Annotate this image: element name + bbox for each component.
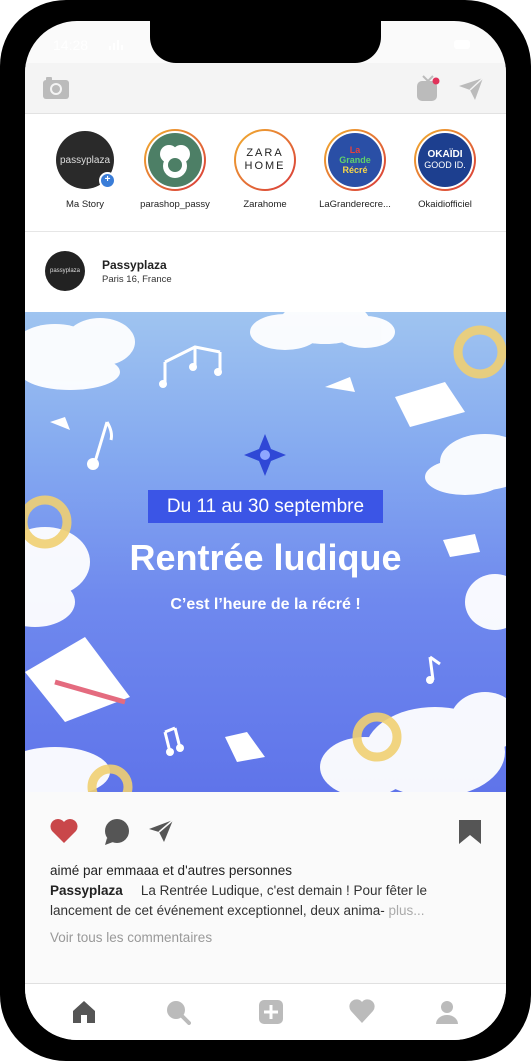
camera-icon[interactable]: [42, 76, 70, 100]
comment-icon[interactable]: [103, 818, 131, 846]
image-headline: Rentrée ludique: [129, 537, 402, 578]
story-label: Zarahome: [243, 199, 287, 210]
like-heart-icon[interactable]: [49, 818, 79, 844]
story-label: Okaidiofficiel: [418, 199, 472, 210]
story-zarahome[interactable]: ZARA HOME Zarahome: [220, 129, 310, 210]
post-username[interactable]: Passyplaza: [102, 258, 167, 272]
story-avatar-image: ZARA HOME: [238, 133, 292, 187]
signal-icon: [109, 40, 123, 50]
status-time: 14:28: [53, 37, 89, 53]
battery-icon: [454, 40, 470, 49]
phone-frame: 14:28 passyplaza + Ma Story parashop_pas…: [0, 0, 531, 1061]
liked-by-text[interactable]: aimé par emmaaa et d'autres personnes: [50, 863, 292, 878]
story-label: parashop_passy: [140, 199, 210, 210]
okaidi-text: OKAÏDI: [427, 149, 463, 160]
post-image[interactable]: Du 11 au 30 septembre Rentrée ludique C’…: [25, 312, 506, 792]
phone-screen: 14:28 passyplaza + Ma Story parashop_pas…: [25, 21, 506, 1040]
story-avatar-image: OKAÏDI GOOD ID.: [418, 133, 472, 187]
activity-heart-icon[interactable]: [349, 999, 375, 1025]
good-id-text: GOOD ID.: [424, 160, 466, 170]
grande-text: Grande: [339, 155, 371, 165]
post-avatar[interactable]: passyplaza: [45, 251, 85, 291]
post-location[interactable]: Paris 16, France: [102, 274, 172, 285]
share-icon[interactable]: [147, 818, 175, 844]
app-top-bar: [25, 63, 506, 114]
story-parashop-passy[interactable]: parashop_passy: [130, 129, 220, 210]
story-lagranderecre[interactable]: La Grande Récré LaGranderecre...: [310, 129, 400, 210]
post-header: passyplaza Passyplaza Paris 16, France: [25, 232, 506, 312]
story-avatar: [144, 129, 206, 191]
profile-icon[interactable]: [434, 999, 460, 1025]
story-ma-story[interactable]: passyplaza + Ma Story: [40, 129, 130, 210]
caption-more-link[interactable]: plus...: [388, 903, 424, 918]
story-avatar: La Grande Récré: [324, 129, 386, 191]
story-avatar: OKAÏDI GOOD ID.: [414, 129, 476, 191]
stories-bar: passyplaza + Ma Story parashop_passy ZAR…: [25, 114, 506, 232]
add-post-icon[interactable]: [258, 999, 284, 1025]
caption-username[interactable]: Passyplaza: [50, 883, 123, 898]
bottom-tab-bar: [25, 983, 506, 1040]
add-story-icon[interactable]: +: [99, 172, 116, 189]
igtv-icon[interactable]: [416, 75, 440, 103]
story-okaidiofficiel[interactable]: OKAÏDI GOOD ID. Okaidiofficiel: [400, 129, 490, 210]
post-actions-bar: [25, 792, 506, 870]
story-label: Ma Story: [65, 199, 104, 210]
view-all-comments-link[interactable]: Voir tous les commentaires: [50, 930, 212, 945]
zara-text: ZARA: [246, 147, 284, 159]
story-avatar: ZARA HOME: [234, 129, 296, 191]
story-avatar-image: [148, 133, 202, 187]
home-icon[interactable]: [71, 999, 97, 1025]
bookmark-icon[interactable]: [458, 819, 482, 845]
post-caption: Passyplaza La Rentrée Ludique, c'est dema…: [50, 881, 470, 921]
image-subline: C’est l’heure de la récré !: [170, 596, 361, 613]
notch: [150, 21, 381, 63]
la-text: La: [349, 145, 361, 155]
story-label: LaGranderecre...: [319, 199, 391, 210]
parashop-logo-icon: [160, 145, 190, 178]
story-avatar-image: La Grande Récré: [328, 133, 382, 187]
dates-banner: Du 11 au 30 septembre: [148, 490, 383, 523]
home-text: HOME: [244, 160, 286, 172]
recre-text: Récré: [342, 165, 368, 175]
search-icon[interactable]: [165, 999, 191, 1025]
story-avatar: passyplaza +: [54, 129, 116, 191]
direct-message-icon[interactable]: [457, 76, 485, 102]
